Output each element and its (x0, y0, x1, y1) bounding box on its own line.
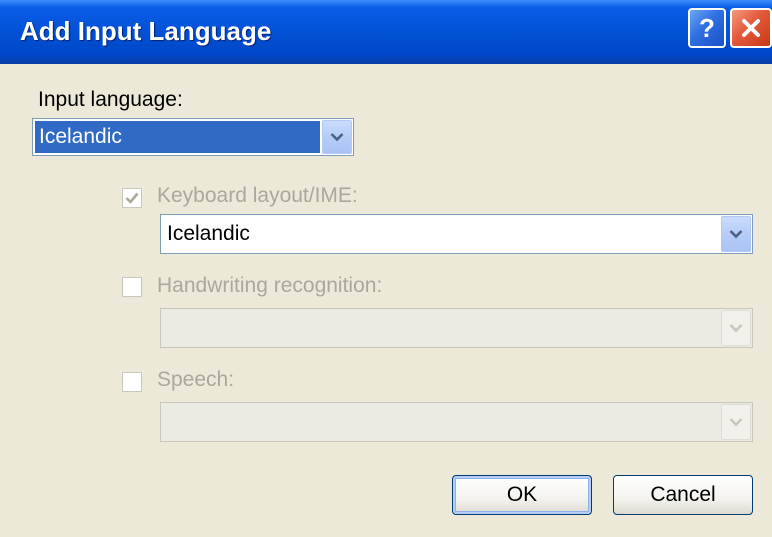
keyboard-layout-checkbox[interactable] (122, 188, 142, 208)
window-title: Add Input Language (20, 16, 272, 46)
close-icon (742, 19, 760, 37)
handwriting-recognition-label: Handwriting recognition: (157, 274, 383, 297)
dropdown-arrow-icon (729, 418, 743, 427)
handwriting-recognition-dropdown-button[interactable] (721, 310, 751, 346)
handwriting-recognition-checkbox[interactable] (122, 277, 142, 297)
help-icon: ? (699, 12, 715, 43)
title-bar[interactable]: Add Input Language ? (0, 0, 772, 64)
dropdown-arrow-icon (330, 133, 344, 142)
dropdown-arrow-icon (729, 230, 743, 239)
speech-select[interactable] (160, 402, 753, 442)
speech-label: Speech: (157, 368, 235, 391)
handwriting-recognition-select[interactable] (160, 308, 753, 348)
input-language-label: Input language: (38, 88, 183, 111)
keyboard-layout-label: Keyboard layout/IME: (157, 184, 358, 207)
input-language-dropdown-button[interactable] (322, 120, 352, 154)
add-input-language-dialog: Add Input Language ? Input language: Ice… (0, 0, 772, 537)
input-language-value: Icelandic (35, 121, 320, 153)
close-button[interactable] (730, 8, 772, 48)
keyboard-layout-dropdown-button[interactable] (721, 216, 751, 252)
input-language-select[interactable]: Icelandic (32, 118, 354, 156)
dropdown-arrow-icon (729, 324, 743, 333)
keyboard-layout-select[interactable]: Icelandic (160, 214, 753, 254)
speech-dropdown-button[interactable] (721, 404, 751, 440)
speech-checkbox[interactable] (122, 372, 142, 392)
ok-button[interactable]: OK (452, 475, 592, 515)
checkmark-icon (125, 192, 139, 204)
help-button[interactable]: ? (688, 8, 726, 48)
cancel-button[interactable]: Cancel (613, 475, 753, 515)
keyboard-layout-value: Icelandic (167, 222, 250, 245)
